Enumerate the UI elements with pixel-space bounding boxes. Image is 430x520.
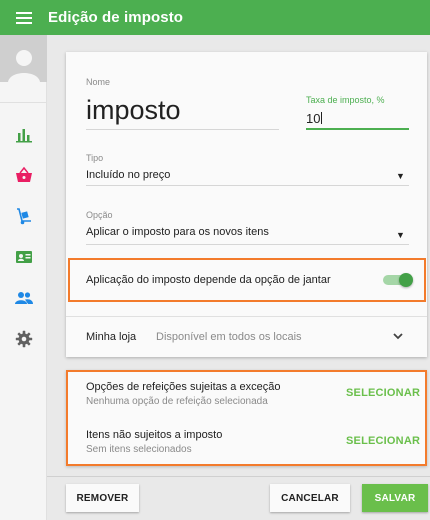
gear-icon	[15, 330, 32, 347]
name-field-underline	[86, 129, 279, 130]
select-dining-options-button[interactable]: SELECIONAR	[346, 387, 420, 399]
bar-chart-icon	[15, 128, 32, 142]
basket-icon	[15, 166, 32, 182]
menu-button[interactable]	[0, 0, 48, 35]
type-select-underline	[86, 185, 409, 186]
card-divider	[66, 316, 427, 317]
option-select[interactable]: Aplicar o imposto para os novos itens	[86, 226, 269, 238]
tax-rate-label: Taxa de imposto, %	[306, 95, 385, 105]
cancel-button[interactable]: CANCELAR	[270, 484, 350, 512]
name-label: Nome	[86, 77, 111, 87]
sidebar-item-customers[interactable]	[0, 277, 47, 318]
text-cursor	[321, 112, 323, 124]
type-dropdown-arrow-icon[interactable]: ▼	[396, 171, 405, 181]
tax-exempt-items-title: Itens não sujeitos a imposto	[86, 429, 223, 441]
sidebar-item-sales[interactable]	[0, 154, 47, 195]
tax-rate-value: 10	[306, 111, 321, 126]
sidebar-item-employees[interactable]	[0, 236, 47, 277]
tax-rate-underline	[306, 128, 409, 130]
sidebar-item-inventory[interactable]	[0, 195, 47, 236]
toggle-thumb	[399, 273, 413, 287]
id-card-icon	[15, 250, 32, 263]
tax-form-card: Nome imposto Taxa de imposto, % 10 Tipo …	[66, 52, 427, 357]
avatar[interactable]	[0, 35, 47, 82]
tax-rate-field[interactable]: 10	[306, 111, 323, 126]
sidebar-item-settings[interactable]	[0, 318, 47, 359]
footer-divider	[47, 476, 430, 477]
sidebar	[0, 35, 47, 520]
people-icon	[14, 291, 33, 304]
sidebar-item-reports[interactable]	[0, 113, 47, 154]
type-label: Tipo	[86, 153, 104, 163]
option-select-underline	[86, 244, 409, 245]
store-availability: Disponível em todos os locais	[156, 331, 302, 343]
page-title: Edição de imposto	[48, 9, 184, 26]
exceptions-card: Opções de refeições sujeitas a exceção N…	[66, 370, 427, 466]
name-field[interactable]: imposto	[86, 95, 181, 126]
option-label: Opção	[86, 210, 113, 220]
store-label: Minha loja	[86, 331, 137, 343]
dining-option-toggle[interactable]	[383, 273, 413, 287]
sidebar-divider	[0, 102, 46, 103]
dining-option-switch-label: Aplicação do imposto depende da opção de…	[86, 274, 331, 286]
tax-exempt-items-subtitle: Sem itens selecionados	[86, 444, 192, 455]
option-dropdown-arrow-icon[interactable]: ▼	[396, 230, 405, 240]
dining-exceptions-title: Opções de refeições sujeitas a exceção	[86, 381, 281, 393]
dining-exceptions-subtitle: Nenhuma opção de refeição selecionada	[86, 396, 268, 407]
save-button[interactable]: SALVAR	[362, 484, 428, 512]
type-select[interactable]: Incluído no preço	[86, 169, 170, 181]
remove-button[interactable]: REMOVER	[66, 484, 139, 512]
chevron-down-icon[interactable]	[391, 329, 405, 343]
menu-icon	[16, 11, 32, 24]
select-items-button[interactable]: SELECIONAR	[346, 435, 420, 447]
hand-truck-icon	[16, 207, 31, 224]
top-app-bar: Edição de imposto	[0, 0, 430, 35]
user-avatar-icon	[7, 50, 40, 82]
dining-option-switch-row: Aplicação do imposto depende da opção de…	[68, 258, 426, 302]
